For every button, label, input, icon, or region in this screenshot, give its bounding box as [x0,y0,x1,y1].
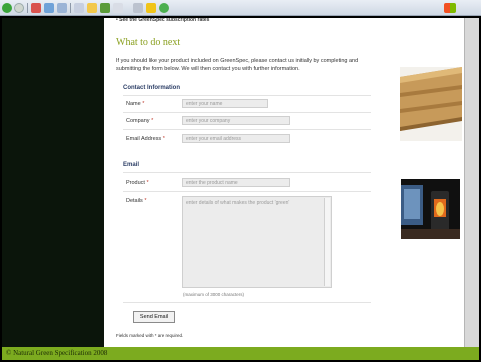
refresh-icon[interactable] [44,3,54,13]
company-input[interactable]: enter your company [182,116,290,125]
company-label: Company * [126,118,154,124]
back-icon[interactable] [2,3,12,13]
divider [123,191,371,192]
windows-logo-icon [444,3,456,13]
toolbar-separator [27,3,28,13]
home-icon[interactable] [57,3,67,13]
email-input[interactable]: enter your email address [182,134,290,143]
page-title: What to do next [116,37,181,48]
product-input[interactable]: enter the product name [182,178,290,187]
left-sidebar [2,16,104,347]
divider [123,129,371,130]
toolbar-separator [70,3,71,13]
divider [123,95,371,96]
product-photo-panels [400,67,462,141]
footer-copyright: © Natural Green Specification 2008 [6,349,108,357]
divider [123,172,371,173]
divider [123,302,371,303]
send-email-button[interactable]: Send Email [133,311,175,323]
stove-photo [401,179,460,239]
details-hint: (maximum of 3000 characters) [183,292,245,297]
contact-section-title: Contact Information [123,85,180,91]
name-label: Name * [126,101,145,107]
details-label: Details * [126,198,147,204]
search-icon[interactable] [74,3,84,13]
name-input[interactable]: enter your name [182,99,268,108]
required-note: Fields marked with * are required. [116,333,184,338]
history-icon[interactable] [100,3,110,13]
mail-icon[interactable] [113,3,123,13]
intro-text: If you should like your product included… [116,58,359,72]
product-label: Product * [126,180,149,186]
browser-toolbar [0,0,481,16]
forward-icon[interactable] [14,3,24,13]
divider [123,112,371,113]
page-scrollbar[interactable] [464,16,479,347]
email-section-title: Email [123,162,140,168]
print-icon[interactable] [133,3,143,13]
email-address-label: Email Address * [126,136,165,142]
details-textarea[interactable]: enter details of what makes the product … [182,196,332,288]
textarea-scrollbar[interactable] [324,198,330,286]
stop-icon[interactable] [31,3,41,13]
details-placeholder: enter details of what makes the product … [186,200,290,206]
messenger-icon[interactable] [159,3,169,13]
favorites-icon[interactable] [87,3,97,13]
subscription-rates-link[interactable]: • See the GreenSpec subscription rates [116,17,209,23]
edit-icon[interactable] [146,3,156,13]
